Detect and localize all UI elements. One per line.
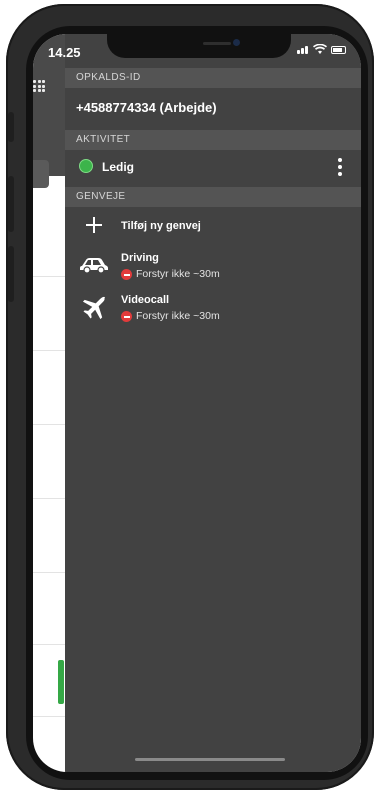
status-time: 14.25 bbox=[48, 45, 81, 60]
volume-up-button bbox=[8, 176, 14, 232]
list-divider bbox=[33, 572, 65, 573]
add-shortcut-label: Tilføj ny genvej bbox=[121, 220, 201, 232]
shortcut-status-text: Forstyr ikke ~30m bbox=[136, 310, 220, 322]
plus-icon bbox=[85, 216, 103, 234]
do-not-disturb-icon bbox=[121, 311, 132, 322]
wifi-icon bbox=[313, 44, 327, 54]
availability-dot-icon bbox=[79, 159, 93, 173]
notch bbox=[107, 34, 291, 58]
speaker-grille bbox=[203, 42, 231, 45]
shortcut-title: Driving bbox=[121, 252, 159, 264]
status-indicator-bar bbox=[58, 660, 64, 704]
mute-switch bbox=[8, 112, 14, 142]
list-divider bbox=[33, 498, 65, 499]
activity-header: AKTIVITET bbox=[65, 130, 361, 150]
side-drawer: OPKALDS-ID +4588774334 (Arbejde) AKTIVIT… bbox=[65, 34, 361, 772]
list-divider bbox=[33, 716, 65, 717]
car-icon bbox=[80, 258, 108, 274]
activity-status[interactable]: Ledig bbox=[102, 160, 134, 174]
front-camera bbox=[233, 39, 240, 46]
list-divider bbox=[33, 276, 65, 277]
list-divider bbox=[33, 350, 65, 351]
shortcuts-header: GENVEJE bbox=[65, 187, 361, 207]
screen: OPKALDS-ID +4588774334 (Arbejde) AKTIVIT… bbox=[33, 34, 361, 772]
list-divider bbox=[33, 424, 65, 425]
more-options-icon[interactable] bbox=[338, 158, 342, 176]
app-grid-icon[interactable] bbox=[33, 80, 45, 92]
shortcut-status-text: Forstyr ikke ~30m bbox=[136, 268, 220, 280]
background-app[interactable] bbox=[33, 34, 65, 772]
shortcut-title: Videocall bbox=[121, 294, 170, 306]
battery-icon bbox=[331, 46, 346, 54]
caller-id-value[interactable]: +4588774334 (Arbejde) bbox=[76, 100, 217, 115]
home-indicator[interactable] bbox=[135, 758, 285, 761]
caller-id-header: OPKALDS-ID bbox=[65, 68, 361, 88]
airplane-icon bbox=[82, 296, 105, 320]
do-not-disturb-icon bbox=[121, 269, 132, 280]
background-tab bbox=[33, 160, 49, 188]
volume-down-button bbox=[8, 246, 14, 302]
list-divider bbox=[33, 644, 65, 645]
